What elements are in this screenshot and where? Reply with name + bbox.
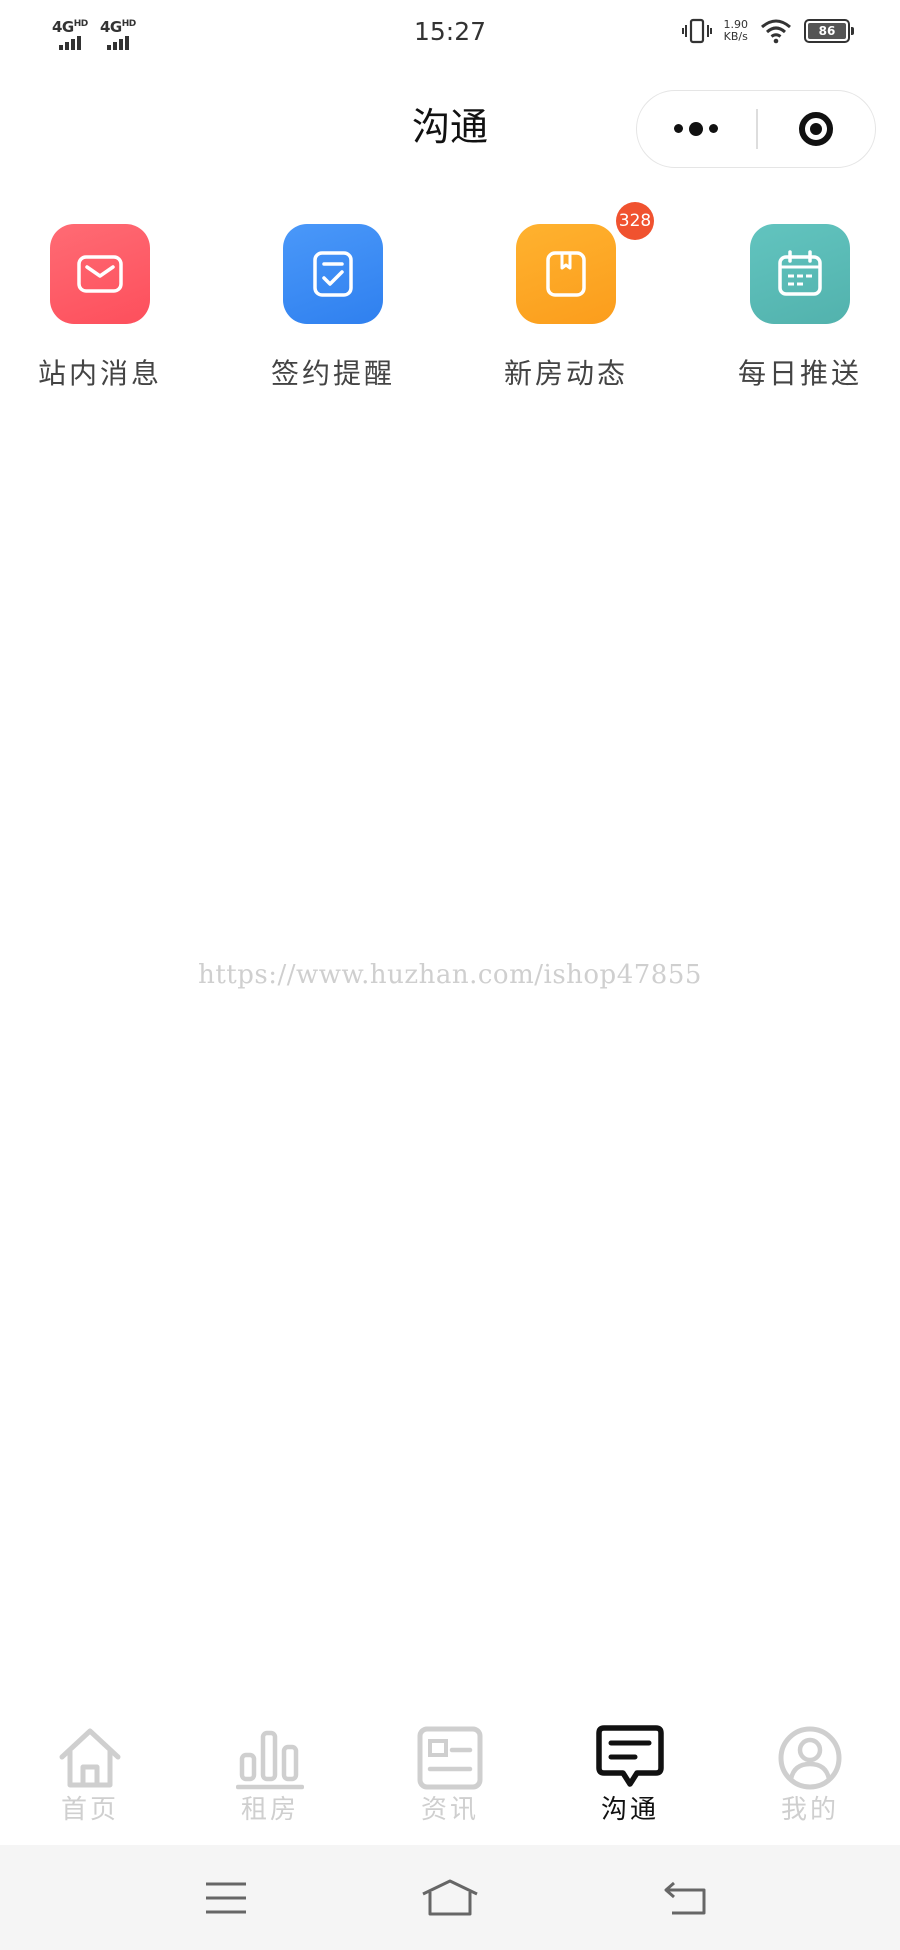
entry-label: 站内消息	[37, 357, 162, 390]
tab-label: 沟通	[600, 1795, 659, 1825]
tab-label: 首页	[60, 1795, 119, 1825]
more-button[interactable]	[637, 91, 755, 166]
menu-button[interactable]	[196, 1873, 256, 1923]
home-icon	[52, 1723, 128, 1793]
tab-chat[interactable]: 沟通	[550, 1723, 710, 1826]
battery-level: 86	[808, 23, 846, 39]
bookmark-icon: 328	[516, 202, 654, 324]
watermark-text: https://www.huzhan.com/ishop47855	[198, 960, 702, 990]
menu-icon	[206, 1882, 246, 1914]
back-icon	[664, 1881, 706, 1915]
network-speed: 1.90 KB/s	[724, 19, 749, 43]
news-icon	[412, 1723, 488, 1793]
entry-new-house-news[interactable]: 328 新房动态	[466, 202, 666, 392]
home-nav-button[interactable]	[420, 1873, 480, 1923]
more-dots-icon	[674, 124, 683, 133]
message-icon	[592, 1723, 668, 1793]
entry-label: 签约提醒	[270, 357, 395, 390]
status-right-group: 1.90 KB/s 86	[681, 18, 854, 44]
mail-icon	[50, 224, 150, 324]
entry-daily-push[interactable]: 每日推送	[700, 224, 900, 392]
target-close-icon	[799, 111, 833, 146]
calendar-icon	[750, 224, 850, 324]
tab-label: 资讯	[420, 1795, 479, 1825]
system-navigation-bar	[0, 1845, 900, 1950]
tab-news[interactable]: 资讯	[370, 1723, 530, 1826]
vibrate-icon	[681, 18, 712, 44]
speed-unit: KB/s	[723, 30, 748, 43]
unread-badge: 328	[616, 202, 654, 240]
entry-label: 新房动态	[503, 357, 628, 390]
user-icon	[772, 1723, 848, 1793]
tab-mine[interactable]: 我的	[730, 1723, 890, 1826]
entry-label: 每日推送	[737, 357, 862, 390]
back-nav-button[interactable]	[656, 1873, 716, 1923]
tab-rent[interactable]: 租房	[190, 1723, 350, 1826]
status-bar: 4GHD 4GHD 15:27 1.90 KB/s 86	[0, 0, 900, 70]
tab-home[interactable]: 首页	[10, 1723, 170, 1826]
entry-site-messages[interactable]: 站内消息	[0, 224, 200, 392]
wifi-icon	[761, 19, 791, 44]
close-button[interactable]	[757, 91, 875, 166]
tab-label: 租房	[240, 1795, 299, 1825]
bar-chart-icon	[232, 1723, 308, 1793]
entry-signing-reminder[interactable]: 签约提醒	[233, 224, 433, 392]
mini-program-capsule	[636, 90, 876, 168]
quick-entries: 站内消息 签约提醒 328 新房动态 每日推送	[0, 202, 900, 404]
bottom-tab-bar: 首页 租房 资讯 沟通 我的	[0, 1715, 900, 1845]
home-outline-icon	[422, 1879, 478, 1916]
tab-label: 我的	[780, 1795, 839, 1825]
checklist-icon	[283, 224, 383, 324]
battery-icon: 86	[804, 19, 854, 43]
